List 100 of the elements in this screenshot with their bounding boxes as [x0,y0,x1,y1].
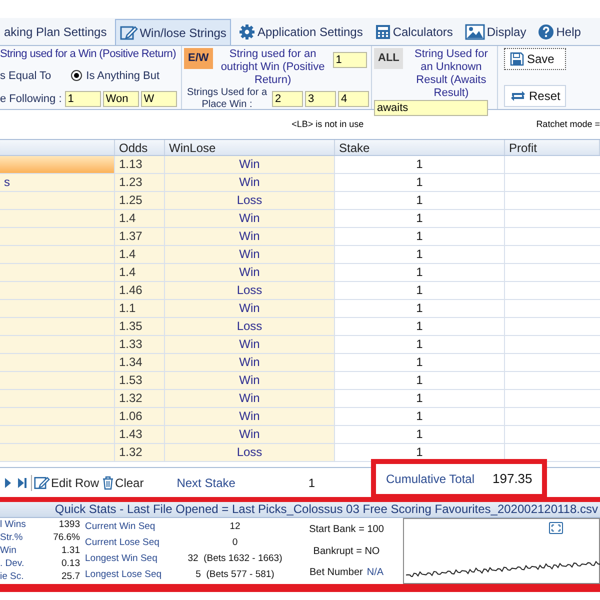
table-cell: 1 [335,408,505,425]
expand-icon[interactable] [549,522,563,534]
stat-label: Current Win Seq [85,521,156,533]
input-field[interactable]: Won [102,90,139,107]
input-field[interactable]: 1 [64,90,101,107]
save-icon [510,52,524,66]
column-header: WinLose [165,140,335,155]
table-cell[interactable] [0,156,115,173]
field-label: Strings Used for a Place Win : [186,87,268,111]
stat-text: Start Bank = 100 [309,523,384,537]
table-cell[interactable] [0,282,115,299]
table-cell: 1 [335,228,505,245]
radio-icon[interactable] [71,70,82,82]
table-cell: Win [165,300,335,317]
tab[interactable]: Application Settings [235,19,367,45]
input-field[interactable]: 2 [272,91,303,107]
table-cell[interactable] [0,444,115,461]
radio-button[interactable]: Is Anything But [71,68,160,84]
save-button[interactable]: Save [504,48,566,70]
table-cell: Win [165,354,335,371]
table-cell: Loss [165,444,335,461]
stat-label: ie Sc. [0,571,24,583]
edit-row-button[interactable]: Edit Row [34,474,100,492]
table-cell: 1.46 [115,282,165,299]
table-cell[interactable] [0,246,115,263]
stat-label: Win [0,545,16,557]
table-cell: Win [165,228,335,245]
table-cell[interactable] [0,300,115,317]
table-cell: 1.4 [115,210,165,227]
table-cell: 1.32 [115,390,165,407]
play-icon[interactable] [4,478,12,488]
tab[interactable]: Calculators [370,19,457,45]
table-cell[interactable] [0,426,115,443]
calculator-icon [374,24,391,40]
table-cell: 1.53 [115,372,165,389]
table-cell: 1.4 [115,246,165,263]
table-cell: 1.34 [115,354,165,371]
table-cell[interactable] [0,210,115,227]
stat-value: 1393 [58,519,80,531]
table-cell: Win [165,246,335,263]
field-label: Next Stake [176,474,236,492]
stat-label: Str.% [0,532,23,544]
skip-end-icon[interactable] [18,478,27,488]
table-cell: 1 [335,192,505,209]
input-field[interactable]: 4 [338,91,369,107]
table-cell[interactable] [0,192,115,209]
reset-button[interactable]: Reset [504,85,566,107]
field-label: String used for a Win (Positive Return) [0,48,177,61]
stat-label: Longest Win Seq [85,553,158,565]
stat-value: 32 (Bets 1632 - 1663) [186,553,284,565]
input-field[interactable]: 1 [332,52,367,68]
table-cell: 1 [335,372,505,389]
tab[interactable]: Help [534,19,585,45]
clear-button[interactable]: Clear [102,474,144,492]
input-field[interactable]: awaits [374,100,488,116]
tab[interactable]: Win/lose Strings [114,19,232,45]
table-cell: Win [165,174,335,191]
table-cell[interactable] [0,390,115,407]
table-cell[interactable] [0,228,115,245]
table-cell: 1.32 [115,444,165,461]
table-cell[interactable] [0,336,115,353]
table-cell: Loss [165,192,335,209]
status-text: Ratchet mode = [536,118,600,131]
table-cell[interactable] [0,264,115,281]
tab[interactable]: aking Plan Settings [0,19,111,45]
table-cell[interactable] [0,372,115,389]
table-cell: Loss [165,282,335,299]
table-cell[interactable] [0,408,115,425]
table-cell: Win [165,156,335,173]
table-cell: 1 [335,318,505,335]
stat-value: 1.31 [60,545,80,557]
column-header: Stake [335,140,505,155]
table-cell: 1 [335,246,505,263]
table-cell: 1.25 [115,192,165,209]
stat-value: 12 [228,521,242,533]
table-cell: 1.23 [115,174,165,191]
table-cell: Win [165,264,335,281]
stat-value: 25.7 [60,571,80,583]
field-label: Cumulative Total [386,471,474,488]
field-value: 197.35 [492,470,532,488]
table-cell[interactable]: s [0,174,115,191]
table-cell: Win [165,408,335,425]
table-cell: 1 [335,174,505,191]
table-cell: Loss [165,318,335,335]
field-label: String Used for an Unknown Result (Awaits Result) [414,48,489,100]
table-cell: 1.43 [115,426,165,443]
status-text: <LB> is not in use [292,118,364,131]
input-field[interactable]: W [140,90,177,107]
table-cell: 1.37 [115,228,165,245]
stat-label: Bet Number [309,566,363,580]
table-cell: 1 [335,300,505,317]
tab[interactable]: Display [460,19,530,45]
table-cell[interactable] [0,354,115,371]
badge-label: E/W [184,48,213,68]
table-cell[interactable] [0,318,115,335]
pencil-icon [34,474,50,490]
help-icon [538,24,554,40]
field-value: 1 [308,474,316,492]
input-field[interactable]: 3 [305,91,336,107]
table-cell: 1 [335,264,505,281]
